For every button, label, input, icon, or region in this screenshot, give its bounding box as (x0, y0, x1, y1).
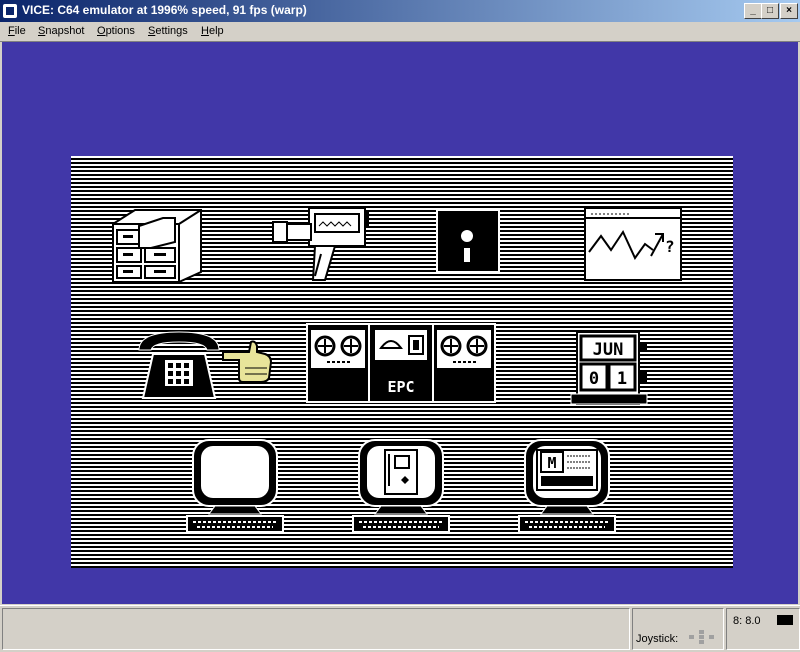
floppy-disk-icon[interactable] (435, 208, 501, 274)
menu-settings[interactable]: Settings (148, 25, 188, 37)
drive-status: 8: 8.0 (726, 608, 800, 650)
tape-machine-label: EPC (387, 378, 414, 396)
calendar-day-tens: 0 (589, 369, 599, 389)
menu-file[interactable]: File (8, 25, 26, 37)
menu-help[interactable]: Help (201, 25, 224, 37)
computer-window-icon[interactable]: M (517, 438, 617, 534)
joystick-label: Joystick: (636, 633, 679, 645)
emulator-screen[interactable]: ? EPC JUN 0 1 M (2, 42, 798, 604)
graph-question-text: ? (665, 237, 675, 256)
computer-document-icon[interactable] (351, 438, 451, 534)
computer-blank-icon[interactable] (185, 438, 285, 534)
close-button[interactable]: × (780, 3, 798, 19)
calendar-month: JUN (593, 340, 624, 360)
minimize-button[interactable]: _ (744, 3, 762, 19)
joystick-indicator-icon (689, 630, 714, 644)
pointing-hand-icon[interactable] (221, 338, 273, 384)
joystick-status: Joystick: (632, 608, 724, 650)
calendar-icon[interactable]: JUN 0 1 (569, 330, 651, 406)
status-message-field (2, 608, 630, 650)
tape-machine-icon[interactable]: EPC (305, 322, 497, 404)
window-title: VICE: C64 emulator at 1996% speed, 91 fp… (22, 3, 307, 17)
calendar-day-ones: 1 (617, 369, 627, 389)
c64-display[interactable]: ? EPC JUN 0 1 M (71, 156, 733, 568)
maximize-button[interactable]: □ (761, 3, 779, 19)
menu-options[interactable]: Options (97, 25, 135, 37)
filing-cabinet-icon[interactable] (109, 208, 203, 284)
telephone-icon[interactable] (135, 326, 225, 402)
status-bar: Joystick: 8: 8.0 (0, 605, 800, 652)
drive-track-label: 8: 8.0 (733, 615, 761, 627)
title-bar[interactable]: VICE: C64 emulator at 1996% speed, 91 fp… (0, 0, 800, 22)
window-letter: M (547, 454, 556, 472)
menu-snapshot[interactable]: Snapshot (38, 25, 85, 37)
graph-chart-icon[interactable]: ? (583, 206, 683, 282)
menu-bar: File Snapshot Options Settings Help (0, 22, 800, 42)
drive-led-icon (777, 615, 793, 625)
video-camera-icon[interactable] (271, 206, 371, 282)
vice-app-icon[interactable] (3, 4, 17, 18)
